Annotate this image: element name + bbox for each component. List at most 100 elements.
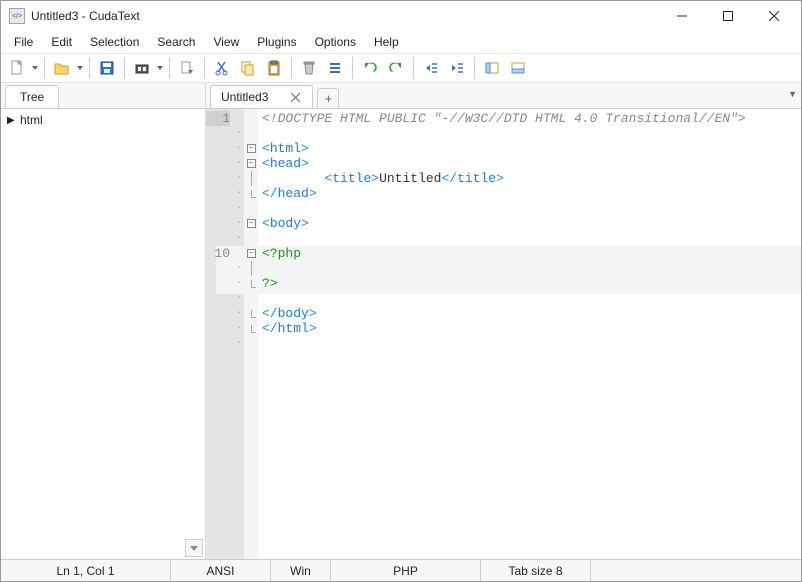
code-line[interactable]: [262, 261, 801, 276]
separator: [352, 57, 353, 79]
fold-marker: [244, 171, 258, 186]
line-number: [206, 171, 230, 186]
editor-area: Untitled3 + ▼ 110 ·············· −−−− <!…: [206, 83, 801, 559]
menu-selection[interactable]: Selection: [81, 33, 148, 51]
status-encoding[interactable]: ANSI: [171, 560, 271, 581]
fold-marker[interactable]: −: [244, 216, 258, 231]
line-number: [206, 276, 230, 291]
gutter-dot: ·: [234, 171, 244, 186]
tabbar-dropdown[interactable]: ▼: [788, 89, 797, 99]
separator: [44, 57, 45, 79]
fold-marker: [244, 231, 258, 246]
code-line[interactable]: [262, 231, 801, 246]
menu-help[interactable]: Help: [365, 33, 408, 51]
window-title: Untitled3 - CudaText: [31, 9, 659, 23]
gutter-dot: ·: [234, 201, 244, 216]
menu-view[interactable]: View: [204, 33, 248, 51]
separator: [204, 57, 205, 79]
menu-edit[interactable]: Edit: [42, 33, 81, 51]
line-number: [206, 336, 230, 351]
status-tab-size[interactable]: Tab size 8: [481, 560, 591, 581]
reload-button[interactable]: [175, 56, 199, 80]
new-file-dropdown[interactable]: [31, 66, 39, 70]
save-button[interactable]: [95, 56, 119, 80]
status-line-ending[interactable]: Win: [271, 560, 331, 581]
menu-plugins[interactable]: Plugins: [248, 33, 305, 51]
gutter-dot: ·: [234, 291, 244, 306]
status-position[interactable]: Ln 1, Col 1: [1, 560, 171, 581]
copy-button[interactable]: [236, 56, 260, 80]
fold-marker[interactable]: −: [244, 141, 258, 156]
fold-marker: [244, 261, 258, 276]
editor-tab-untitled3[interactable]: Untitled3: [210, 85, 313, 108]
delete-button[interactable]: [297, 56, 321, 80]
code-line[interactable]: [262, 126, 801, 141]
code-line[interactable]: [262, 201, 801, 216]
line-number: 1: [206, 111, 230, 126]
code-line[interactable]: <!DOCTYPE HTML PUBLIC "-//W3C//DTD HTML …: [262, 111, 801, 126]
code-line[interactable]: </html>: [262, 321, 801, 336]
fold-marker: [244, 126, 258, 141]
menu-options[interactable]: Options: [306, 33, 365, 51]
line-number: [206, 141, 230, 156]
code-line[interactable]: <head>: [262, 156, 801, 171]
cut-button[interactable]: [210, 56, 234, 80]
tree-panel-tab[interactable]: Tree: [5, 85, 59, 108]
line-number: [206, 291, 230, 306]
tree-view[interactable]: ▶ html: [1, 109, 205, 559]
side-panel: Tree ▶ html: [1, 83, 206, 559]
code-editor[interactable]: 110 ·············· −−−− <!DOCTYPE HTML P…: [206, 109, 801, 559]
fold-marker[interactable]: −: [244, 156, 258, 171]
code-line[interactable]: <?php: [262, 246, 801, 261]
code-line[interactable]: <title>Untitled</title>: [262, 171, 801, 186]
close-button[interactable]: [751, 1, 797, 31]
fold-marker: [244, 186, 258, 201]
minimize-button[interactable]: [659, 1, 705, 31]
gutter-dot: ·: [234, 231, 244, 246]
tree-item-label: html: [20, 113, 43, 127]
code-line[interactable]: <body>: [262, 216, 801, 231]
fold-marker: [244, 201, 258, 216]
code-line[interactable]: <html>: [262, 141, 801, 156]
titlebar: </> Untitled3 - CudaText: [1, 1, 801, 31]
line-number: [206, 231, 230, 246]
gutter-dot: ·: [234, 306, 244, 321]
toggle-side-panel-button[interactable]: [480, 56, 504, 80]
line-number: [206, 201, 230, 216]
folder-browse-dropdown[interactable]: [156, 66, 164, 70]
menu-file[interactable]: File: [5, 33, 42, 51]
paste-button[interactable]: [262, 56, 286, 80]
code-line[interactable]: [262, 336, 801, 351]
toolbar: [1, 53, 801, 83]
open-file-dropdown[interactable]: [76, 66, 84, 70]
code-line[interactable]: </head>: [262, 186, 801, 201]
indent-button[interactable]: [445, 56, 469, 80]
fold-gutter: −−−−: [244, 109, 258, 559]
select-all-button[interactable]: [323, 56, 347, 80]
status-spacer: [591, 560, 801, 581]
fold-marker[interactable]: −: [244, 246, 258, 261]
status-syntax[interactable]: PHP: [331, 560, 481, 581]
code-line[interactable]: </body>: [262, 306, 801, 321]
code-line[interactable]: ?>: [262, 276, 801, 291]
gutter-dot: [234, 246, 244, 261]
tree-item-html[interactable]: ▶ html: [7, 113, 199, 127]
line-number: 10: [206, 246, 230, 261]
redo-button[interactable]: [384, 56, 408, 80]
new-tab-button[interactable]: +: [317, 88, 339, 108]
toggle-bottom-panel-button[interactable]: [506, 56, 530, 80]
tree-scroll-down[interactable]: [185, 539, 203, 557]
open-file-button[interactable]: [50, 56, 74, 80]
new-file-button[interactable]: [5, 56, 29, 80]
menu-search[interactable]: Search: [148, 33, 204, 51]
undo-button[interactable]: [358, 56, 382, 80]
separator: [169, 57, 170, 79]
fold-marker: [244, 276, 258, 291]
code-content[interactable]: <!DOCTYPE HTML PUBLIC "-//W3C//DTD HTML …: [258, 109, 801, 559]
unindent-button[interactable]: [419, 56, 443, 80]
maximize-button[interactable]: [705, 1, 751, 31]
close-tab-button[interactable]: [288, 90, 302, 104]
tree-expand-icon[interactable]: ▶: [7, 115, 17, 126]
code-line[interactable]: [262, 291, 801, 306]
folder-browse-button[interactable]: [130, 56, 154, 80]
